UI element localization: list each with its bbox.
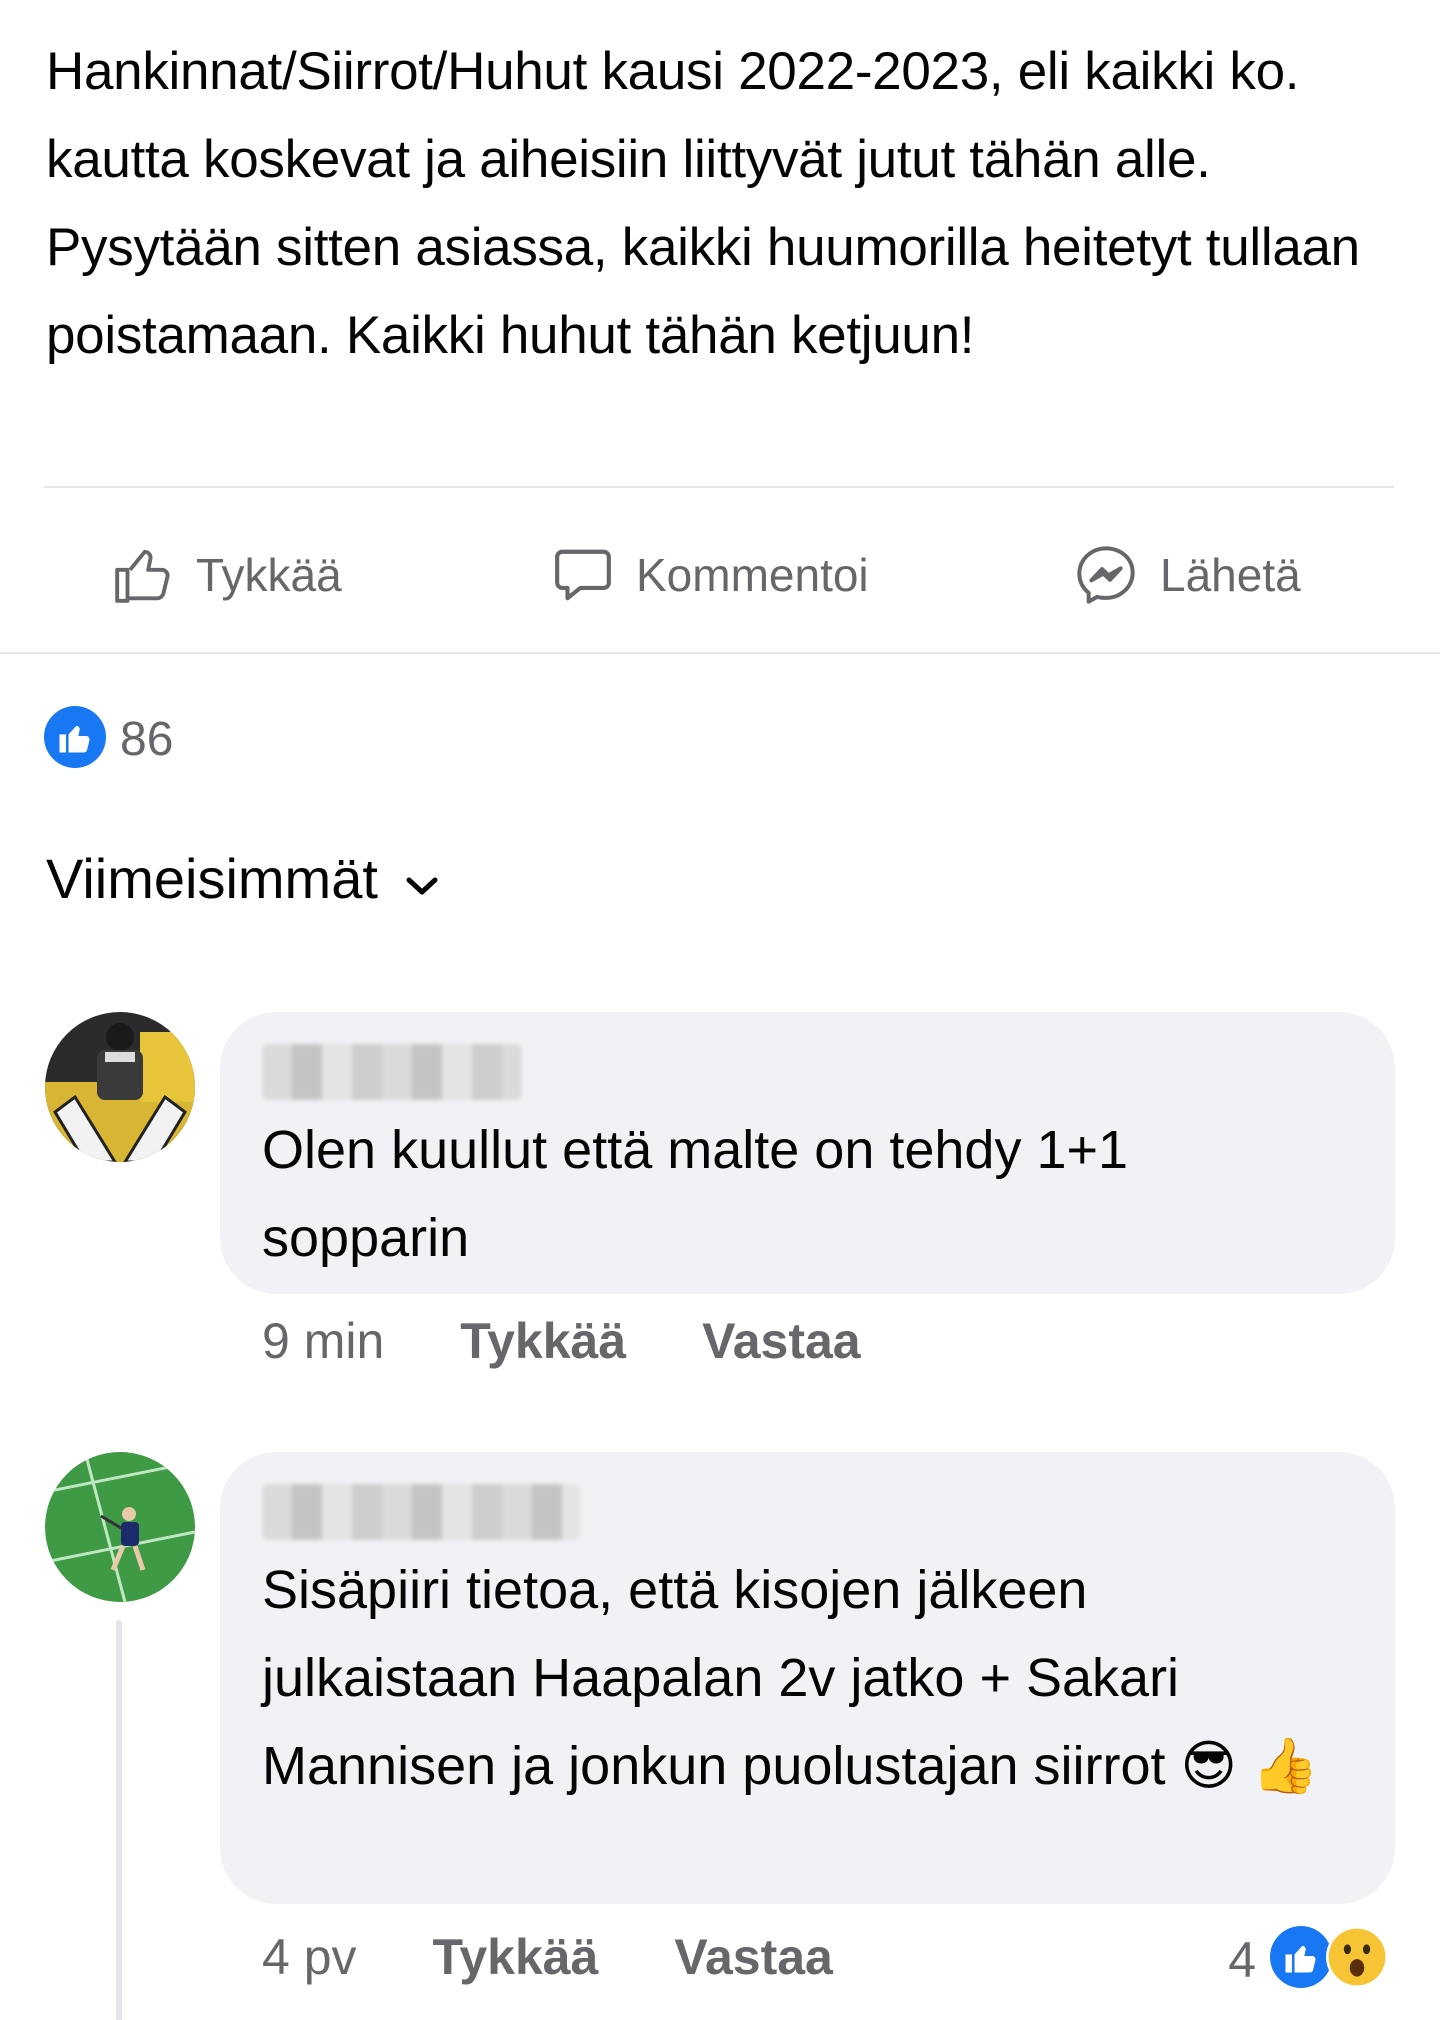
- commenter-name-redacted[interactable]: [262, 1484, 580, 1540]
- sunglasses-emoji: 😎: [1180, 1734, 1237, 1797]
- post-text: Hankinnat/Siirrot/Huhut kausi 2022-2023,…: [46, 42, 1360, 365]
- commenter-name-redacted[interactable]: [262, 1044, 522, 1100]
- thumbs-up-outline-icon: [112, 544, 174, 606]
- comment-button[interactable]: Kommentoi: [552, 520, 869, 630]
- speech-bubble-icon: [552, 544, 614, 606]
- comment-body: Sisäpiiri tietoa, että kisojen jälkeen j…: [262, 1560, 1180, 1796]
- comment-text: Olen kuullut että malte on tehdy 1+1 sop…: [262, 1120, 1129, 1268]
- comment-time[interactable]: 4 pv: [262, 1928, 357, 1986]
- comment-time[interactable]: 9 min: [262, 1312, 384, 1370]
- comment-meta: 9 min Tykkää Vastaa: [262, 1312, 861, 1370]
- post-action-bar: Tykkää Kommentoi Lähetä: [0, 520, 1440, 630]
- messenger-icon: [1074, 543, 1138, 607]
- reaction-count: 86: [120, 713, 174, 766]
- comment-text: Sisäpiiri tietoa, että kisojen jälkeen j…: [262, 1546, 1342, 1810]
- comment-reaction-summary[interactable]: 4: [1228, 1926, 1388, 1993]
- send-label: Lähetä: [1160, 549, 1301, 601]
- reaction-summary[interactable]: 86: [44, 706, 173, 773]
- reply-thread-line: [116, 1620, 122, 2020]
- wow-reaction-icon: [1326, 1926, 1388, 1993]
- avatar[interactable]: [45, 1452, 195, 1602]
- like-label: Tykkää: [196, 549, 342, 601]
- divider: [0, 652, 1440, 654]
- send-button[interactable]: Lähetä: [1074, 520, 1301, 630]
- goalie-photo-avatar: [45, 1012, 195, 1162]
- avatar[interactable]: [45, 1012, 195, 1162]
- comment-label: Kommentoi: [636, 549, 869, 601]
- like-reaction-icon: [44, 706, 106, 773]
- comment-like-button[interactable]: Tykkää: [433, 1928, 599, 1986]
- divider: [44, 486, 1394, 488]
- comment-reply-button[interactable]: Vastaa: [674, 1928, 832, 1986]
- like-reaction-icon: [1270, 1926, 1332, 1993]
- sort-label: Viimeisimmät: [46, 847, 378, 910]
- floorball-player-avatar: [45, 1452, 195, 1602]
- like-button[interactable]: Tykkää: [112, 520, 342, 630]
- chevron-down-icon: [404, 846, 440, 911]
- thumbs-up-emoji: 👍: [1251, 1734, 1320, 1797]
- comment-like-button[interactable]: Tykkää: [460, 1312, 626, 1370]
- comment-reply-button[interactable]: Vastaa: [702, 1312, 860, 1370]
- comment-meta: 4 pv Tykkää Vastaa: [262, 1928, 833, 1986]
- comment-reaction-count: 4: [1228, 1931, 1256, 1988]
- comment-sort-dropdown[interactable]: Viimeisimmät: [46, 846, 440, 911]
